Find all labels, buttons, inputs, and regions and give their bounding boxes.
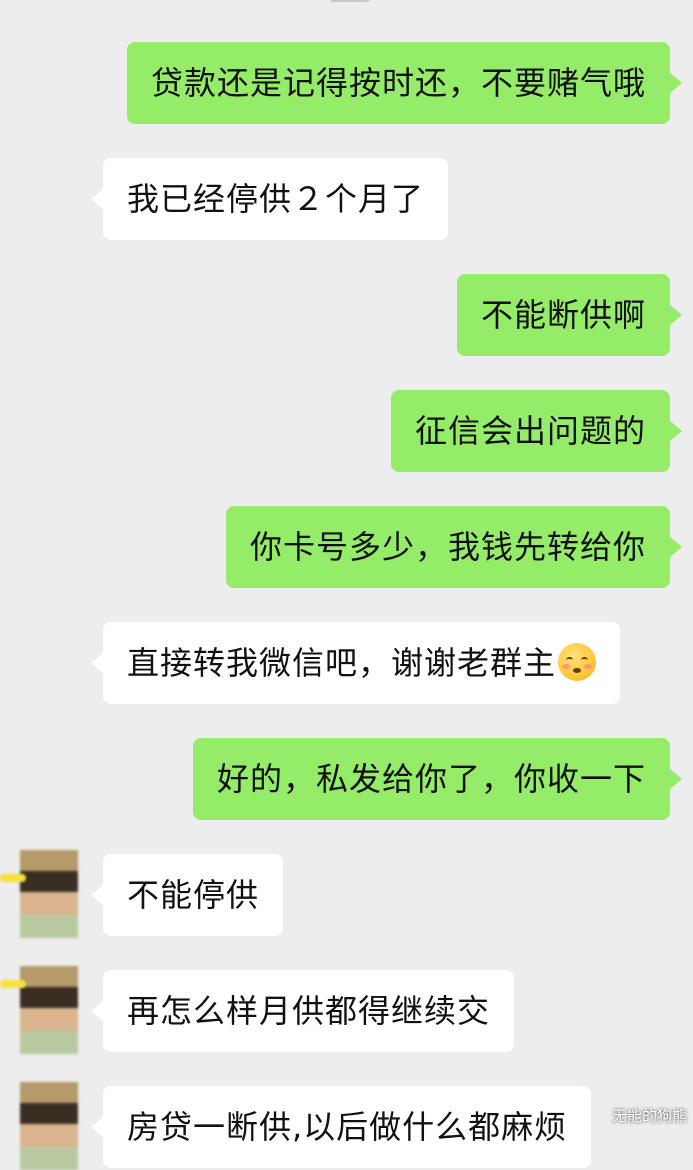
- chat-window: 贷款还是记得按时还，不要赌气哦 我已经停供２个月了 不能断供啊 征信会出问题的 …: [0, 0, 693, 1170]
- message-row: 直接转我微信吧，谢谢老群主: [0, 622, 693, 704]
- received-message-bubble[interactable]: 直接转我微信吧，谢谢老群主: [90, 622, 621, 704]
- message-row: 你卡号多少，我钱先转给你: [0, 506, 693, 588]
- avatar[interactable]: [20, 1082, 78, 1170]
- received-message-bubble[interactable]: 房贷一断供,以后做什么都麻烦: [90, 1086, 592, 1168]
- message-row: 我已经停供２个月了: [0, 158, 693, 240]
- message-row: 征信会出问题的: [0, 390, 693, 472]
- received-message-bubble[interactable]: 再怎么样月供都得继续交: [90, 970, 515, 1052]
- message-text: 房贷一断供,以后做什么都麻烦: [127, 1108, 568, 1146]
- sent-message-bubble[interactable]: 贷款还是记得按时还，不要赌气哦: [126, 42, 683, 124]
- avatar[interactable]: [20, 850, 78, 938]
- message-text: 贷款还是记得按时还，不要赌气哦: [150, 64, 646, 102]
- message-row: 贷款还是记得按时还，不要赌气哦: [0, 42, 693, 124]
- message-row: 再怎么样月供都得继续交: [0, 966, 693, 1054]
- received-message-bubble[interactable]: 我已经停供２个月了: [90, 158, 449, 240]
- message-text: 我已经停供２个月了: [127, 180, 425, 218]
- message-text: 不能断供啊: [480, 296, 646, 334]
- message-text: 再怎么样月供都得继续交: [127, 992, 491, 1030]
- sent-message-bubble[interactable]: 好的，私发给你了，你收一下: [192, 738, 683, 820]
- message-text: 不能停供: [127, 876, 260, 914]
- cropped-header-fragment: [330, 0, 370, 2]
- blushing-face-icon: [558, 643, 597, 681]
- message-text: 征信会出问题的: [414, 412, 646, 450]
- message-text: 好的，私发给你了，你收一下: [216, 760, 646, 798]
- sent-message-bubble[interactable]: 你卡号多少，我钱先转给你: [225, 506, 683, 588]
- message-row: 好的，私发给你了，你收一下: [0, 738, 693, 820]
- message-row: 房贷一断供,以后做什么都麻烦: [0, 1082, 693, 1170]
- message-row: 不能停供: [0, 850, 693, 938]
- avatar-decoration: [0, 874, 26, 882]
- avatar[interactable]: [20, 966, 78, 1054]
- message-text: 直接转我微信吧，谢谢老群主: [127, 644, 557, 682]
- sent-message-bubble[interactable]: 征信会出问题的: [390, 390, 683, 472]
- received-message-bubble[interactable]: 不能停供: [90, 854, 284, 936]
- watermark-text: 无能的狗熊: [611, 1107, 687, 1125]
- avatar-decoration: [0, 980, 26, 988]
- sent-message-bubble[interactable]: 不能断供啊: [456, 274, 683, 356]
- message-row: 不能断供啊: [0, 274, 693, 356]
- message-text: 你卡号多少，我钱先转给你: [249, 528, 646, 566]
